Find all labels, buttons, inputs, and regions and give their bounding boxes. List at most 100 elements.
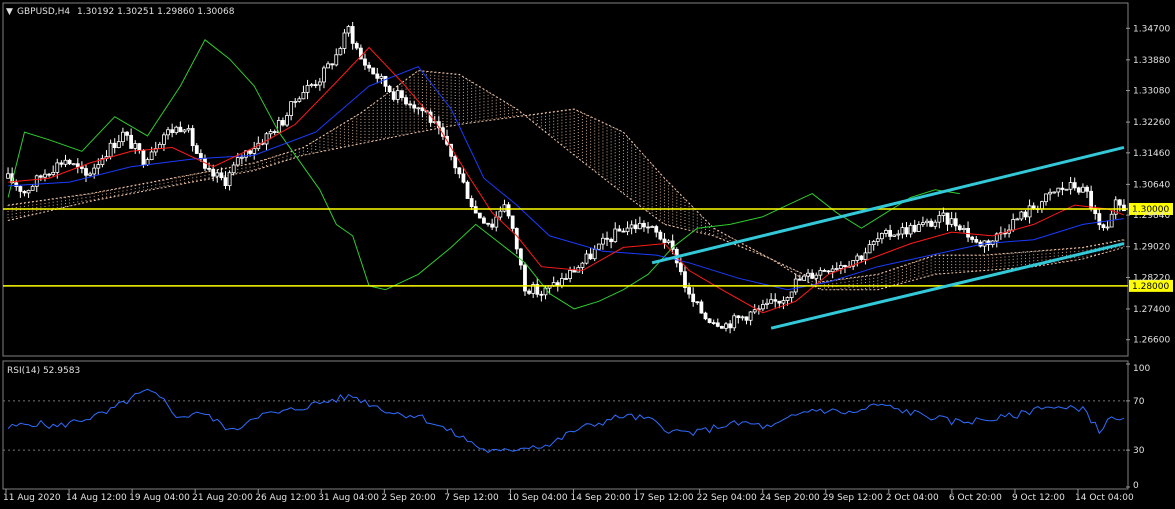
candle-body [317, 81, 322, 86]
candle-body [588, 253, 593, 260]
candle-body [18, 186, 23, 192]
candle-body [855, 255, 860, 261]
candle-body [227, 172, 232, 187]
candle-body [67, 159, 72, 165]
candle-body [580, 262, 585, 268]
candle-body [170, 129, 175, 134]
candle-body [871, 241, 876, 245]
candle-body [490, 223, 495, 228]
candle-body [88, 173, 93, 176]
candle-body [802, 275, 806, 281]
rsi-tick-label: 0 [1133, 481, 1139, 491]
candle-body [211, 168, 216, 177]
candle-body [416, 107, 421, 110]
candle-body [174, 126, 179, 134]
candle-body [740, 316, 745, 319]
price-tick-label: 1.32260 [1133, 118, 1170, 128]
candle-body [367, 64, 371, 69]
time-tick-label: 2 Sep 20:00 [381, 493, 436, 503]
candle-body [502, 204, 507, 212]
time-tick-label: 10 Sep 04:00 [507, 493, 567, 503]
candle-body [1117, 199, 1122, 206]
candle-body [781, 300, 786, 304]
candle-body [1056, 187, 1061, 193]
candle-body [297, 98, 302, 102]
candle-body [79, 166, 84, 169]
candle-body [166, 129, 170, 136]
candle-body [568, 269, 573, 279]
candle-body [285, 115, 289, 126]
rsi-panel[interactable] [2, 360, 1129, 490]
candle-body [510, 215, 515, 229]
candle-body [953, 218, 958, 227]
candle-body [309, 84, 314, 86]
candle-body [404, 97, 408, 105]
candle-body [867, 244, 872, 254]
price-tick-label: 1.33080 [1133, 87, 1170, 97]
candle-body [888, 230, 893, 237]
candle-body [957, 225, 962, 231]
time-tick-label: 11 Aug 2020 [3, 493, 61, 503]
candle-body [838, 265, 843, 269]
candle-body [785, 297, 790, 301]
candle-body [289, 101, 294, 116]
candle-body [1101, 224, 1106, 229]
candle-body [330, 63, 335, 66]
time-tick-label: 17 Sep 12:00 [634, 493, 694, 503]
candle-body [473, 206, 478, 214]
candle-body [810, 272, 815, 279]
candle-body [609, 238, 614, 243]
candle-body [970, 236, 975, 240]
price-axis: 1.34700 1.33880 1.33080 1.32260 1.31460 1.306… [1126, 24, 1170, 346]
candle-body [137, 143, 142, 152]
candle-body [629, 224, 634, 229]
dropdown-arrow-icon[interactable]: ▼ [6, 7, 13, 17]
symbol-label: GBPUSD,H4 [17, 7, 70, 17]
time-tick-label: 24 Sep 20:00 [760, 493, 820, 503]
candle-body [186, 128, 191, 131]
candle-body [937, 215, 942, 223]
rsi-tick-label: 30 [1133, 446, 1145, 456]
candle-body [264, 133, 269, 145]
candle-body [974, 239, 979, 243]
candle-body [572, 269, 577, 273]
candle-body [354, 42, 359, 49]
candle-body [879, 233, 884, 240]
price-tick-label: 1.28220 [1133, 273, 1170, 283]
candle-body [350, 26, 355, 44]
candle-body [892, 234, 897, 237]
candle-body [133, 143, 138, 149]
candle-body [646, 226, 650, 229]
candle-body [908, 224, 913, 235]
candle-body [301, 92, 306, 100]
gbpusd-h4-chart[interactable]: 1.300001.28000 1.347001.338801.330801.32… [0, 0, 1175, 509]
candle-body [703, 312, 708, 320]
candle-body [518, 248, 523, 266]
candle-body [707, 318, 712, 323]
candle-body [219, 172, 224, 179]
candle-body [1089, 190, 1094, 209]
candle-body [699, 301, 704, 314]
candle-body [453, 155, 458, 169]
candle-body [1031, 205, 1036, 209]
candle-body [662, 238, 667, 243]
candle-body [47, 173, 51, 176]
price-tick-label: 1.34700 [1133, 24, 1170, 34]
candle-body [658, 231, 663, 240]
candle-body [748, 311, 753, 321]
candle-body [51, 171, 56, 175]
candle-body [457, 167, 462, 175]
candle-body [1122, 204, 1126, 212]
candle-body [63, 159, 68, 165]
candle-body [1011, 219, 1016, 231]
candle-body [744, 316, 749, 321]
rsi-tick-label: 70 [1133, 397, 1145, 407]
time-tick-label: 31 Aug 04:00 [318, 493, 379, 503]
candle-body [371, 67, 376, 75]
candle-body [752, 309, 757, 313]
candle-body [761, 304, 765, 310]
candle-body [945, 212, 950, 225]
candle-body [806, 272, 810, 277]
candle-body [207, 167, 211, 170]
candle-body [949, 218, 954, 225]
